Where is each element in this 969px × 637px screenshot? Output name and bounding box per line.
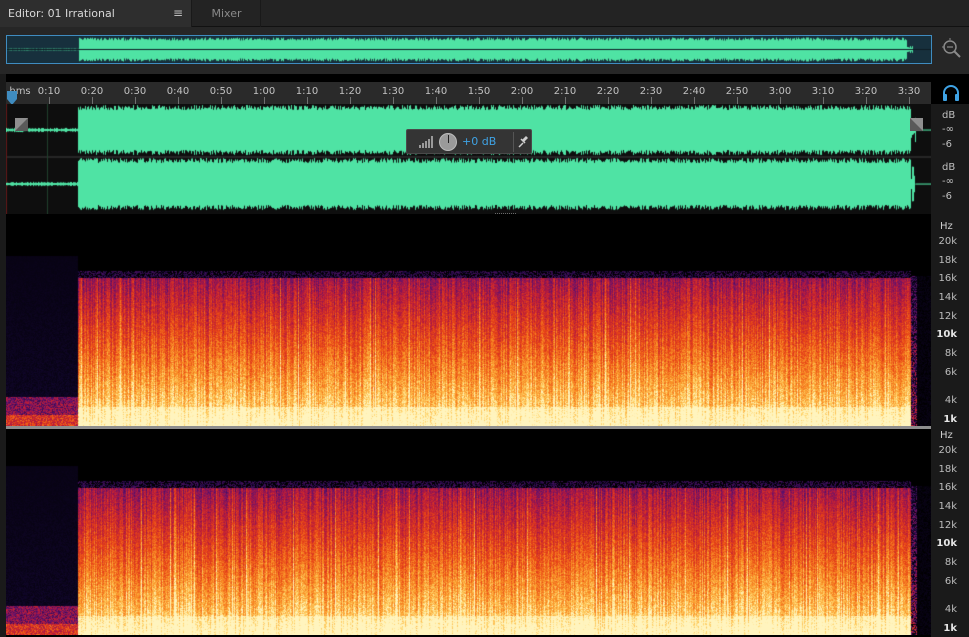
hz-tick-label-ch2: 4k xyxy=(944,604,957,615)
ruler-tick xyxy=(737,97,738,104)
hz-tick-label-ch2: 12k xyxy=(938,520,957,531)
ruler-tick xyxy=(694,97,695,104)
gain-hud[interactable]: +0 dB xyxy=(406,129,532,154)
db-neg-inf-ch1: -∞ xyxy=(942,124,954,135)
ruler-tick xyxy=(909,97,910,104)
db-minus6-ch1: -6 xyxy=(942,139,952,150)
ruler-tick xyxy=(479,97,480,104)
ruler-tick-label: 0:30 xyxy=(123,86,147,97)
ruler-tick-label: 2:20 xyxy=(596,86,620,97)
playhead-marker-icon[interactable] xyxy=(7,91,17,105)
panel-resize-handle[interactable] xyxy=(495,212,517,215)
ruler-tick xyxy=(393,97,394,104)
waveform-channels xyxy=(6,104,931,214)
ruler-tick xyxy=(49,97,50,104)
ruler-tick xyxy=(522,97,523,104)
hz-tick-label-ch1: 16k xyxy=(938,273,957,284)
ruler-tick xyxy=(307,97,308,104)
gain-knob[interactable] xyxy=(439,133,457,151)
hz-tick-label-ch2: 6k xyxy=(944,576,957,587)
tab-bar: Editor: 01 Irrational Beings.mp3 ≡ Mixer xyxy=(0,0,969,47)
ruler-tick-label: 2:00 xyxy=(510,86,534,97)
hz-tick-label-ch2: 18k xyxy=(938,464,957,475)
ruler-tick-label: 0:20 xyxy=(80,86,104,97)
time-ruler[interactable]: hms 0:10 0:20 0:30 0:40 0:50 1:00 1:10 1:20 1:30… xyxy=(6,82,931,105)
waveform-display[interactable] xyxy=(6,104,931,214)
overview-waveform xyxy=(7,36,931,63)
level-bars-icon xyxy=(419,136,433,148)
ruler-tick xyxy=(264,97,265,104)
ruler-tick-label: 1:50 xyxy=(467,86,491,97)
db-neg-inf-ch2: -∞ xyxy=(942,176,954,187)
hz-tick-label-ch1: 20k xyxy=(938,236,957,247)
ruler-tick-label: 3:00 xyxy=(768,86,792,97)
ruler-tick-label: 2:40 xyxy=(682,86,706,97)
ruler-tick xyxy=(565,97,566,104)
hud-separator xyxy=(513,132,514,152)
overview-navigator[interactable] xyxy=(6,35,932,64)
db-unit-label-ch2: dB xyxy=(942,162,956,173)
hz-tick-label-ch2: 8k xyxy=(944,557,957,568)
headphones-icon[interactable] xyxy=(941,84,961,102)
ruler-tick xyxy=(178,97,179,104)
spectrogram-channel-1[interactable] xyxy=(6,219,931,426)
ruler-tick-label: 1:40 xyxy=(424,86,448,97)
hz-tick-label-ch1: 12k xyxy=(938,311,957,322)
hz-tick-label-ch1: 1k xyxy=(943,414,957,425)
ruler-tick xyxy=(608,97,609,104)
hz-unit-label-ch1: Hz xyxy=(940,221,953,232)
hz-tick-label-ch1: 8k xyxy=(944,348,957,359)
ruler-tick-label: 0:10 xyxy=(37,86,61,97)
ruler-tick xyxy=(135,97,136,104)
spectrogram-image-1 xyxy=(6,219,931,426)
spectrogram-image-2 xyxy=(6,429,931,635)
ruler-tick-label: 0:40 xyxy=(166,86,190,97)
ruler-tick-label: 3:30 xyxy=(897,86,921,97)
ruler-tick-label: 2:50 xyxy=(725,86,749,97)
ruler-tick-label: 1:20 xyxy=(338,86,362,97)
ruler-tick-label: 0:50 xyxy=(209,86,233,97)
hz-tick-label-ch2: 10k xyxy=(936,538,957,549)
hz-tick-label-ch2: 20k xyxy=(938,445,957,456)
gain-value[interactable]: +0 dB xyxy=(462,135,496,148)
tab-mixer-label: Mixer xyxy=(211,7,242,20)
zoom-magnifier-icon[interactable] xyxy=(941,37,963,59)
ruler-tick xyxy=(866,97,867,104)
hz-unit-label-ch2: Hz xyxy=(940,430,953,441)
ruler-tick-label: 1:00 xyxy=(252,86,276,97)
tab-menu-icon[interactable]: ≡ xyxy=(173,0,183,27)
ruler-tick xyxy=(436,97,437,104)
fade-in-handle-icon[interactable] xyxy=(15,118,28,131)
ruler-tick-label: 1:30 xyxy=(381,86,405,97)
hz-tick-label-ch1: 6k xyxy=(944,367,957,378)
ruler-tick-label: 2:30 xyxy=(639,86,663,97)
ruler-tick-label: 2:10 xyxy=(553,86,577,97)
ruler-tick xyxy=(651,97,652,104)
ruler-tick xyxy=(350,97,351,104)
ruler-tick xyxy=(92,97,93,104)
ruler-tick-label: 3:10 xyxy=(811,86,835,97)
spectrogram-channel-2[interactable] xyxy=(6,429,931,635)
tab-editor[interactable]: Editor: 01 Irrational Beings.mp3 ≡ xyxy=(0,0,192,47)
hz-tick-label-ch1: 4k xyxy=(944,395,957,406)
hz-tick-label-ch1: 18k xyxy=(938,255,957,266)
hz-tick-label-ch2: 16k xyxy=(938,482,957,493)
ruler-tick xyxy=(823,97,824,104)
ruler-tick-label: 3:20 xyxy=(854,86,878,97)
ruler-tick xyxy=(780,97,781,104)
overview-panel xyxy=(0,27,969,74)
pin-icon[interactable] xyxy=(517,135,529,149)
hz-tick-label-ch1: 14k xyxy=(938,292,957,303)
hz-tick-label-ch2: 1k xyxy=(943,623,957,634)
hz-tick-label-ch1: 10k xyxy=(936,329,957,340)
tab-mixer[interactable]: Mixer xyxy=(193,0,261,27)
db-unit-label-ch1: dB xyxy=(942,110,956,121)
ruler-tick-label: 1:10 xyxy=(295,86,319,97)
ruler-tick xyxy=(221,97,222,104)
fade-out-handle-icon[interactable] xyxy=(910,118,923,131)
db-minus6-ch2: -6 xyxy=(942,191,952,202)
hz-tick-label-ch2: 14k xyxy=(938,501,957,512)
